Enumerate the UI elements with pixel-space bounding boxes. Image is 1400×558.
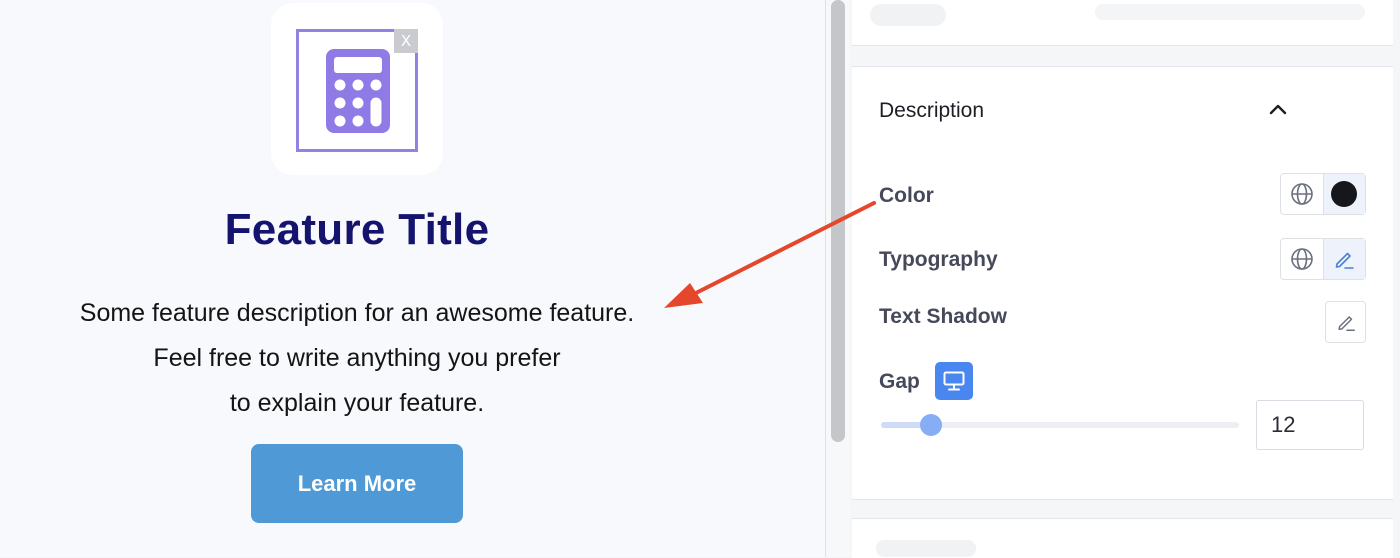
feature-description: Some feature description for an awesome … xyxy=(0,291,714,426)
gap-slider[interactable] xyxy=(881,414,1239,436)
text-shadow-label: Text Shadow xyxy=(879,305,1007,328)
description-line: Some feature description for an awesome … xyxy=(79,299,635,327)
globe-icon xyxy=(1290,248,1313,270)
description-line: Feel free to write anything you prefer xyxy=(153,344,561,372)
feature-image[interactable]: X xyxy=(296,29,418,152)
feature-title: Feature Title xyxy=(224,205,490,254)
pencil-icon xyxy=(1337,316,1355,331)
edit-typography-button[interactable] xyxy=(1322,239,1365,279)
chevron-up-icon[interactable] xyxy=(1267,98,1289,120)
placeholder-control xyxy=(870,4,946,26)
placeholder-control xyxy=(876,540,976,557)
gap-value-input[interactable] xyxy=(1256,400,1364,450)
globe-icon xyxy=(1290,183,1313,205)
description-line: to explain your feature. xyxy=(229,389,485,417)
image-close-button[interactable]: X xyxy=(394,29,418,53)
color-swatch xyxy=(1331,181,1358,207)
calculator-icon xyxy=(326,49,390,133)
pencil-icon xyxy=(1335,252,1355,269)
color-control xyxy=(1280,173,1366,215)
responsive-device-button[interactable] xyxy=(935,362,973,400)
placeholder-control xyxy=(1095,4,1365,20)
description-section-title[interactable]: Description xyxy=(879,99,984,123)
typography-control xyxy=(1280,238,1366,280)
global-typography-button[interactable] xyxy=(1281,239,1323,279)
global-color-button[interactable] xyxy=(1281,174,1323,214)
edit-text-shadow-button[interactable] xyxy=(1326,302,1365,342)
canvas-scrollbar-thumb[interactable] xyxy=(831,0,845,442)
typography-label: Typography xyxy=(879,248,998,271)
desktop-monitor-icon xyxy=(943,371,965,391)
color-label: Color xyxy=(879,184,934,207)
gap-label: Gap xyxy=(879,370,920,393)
text-shadow-control xyxy=(1325,301,1366,343)
gap-slider-handle[interactable] xyxy=(920,414,943,436)
learn-more-button[interactable]: Learn More xyxy=(251,444,463,523)
color-swatch-button[interactable] xyxy=(1322,174,1365,214)
